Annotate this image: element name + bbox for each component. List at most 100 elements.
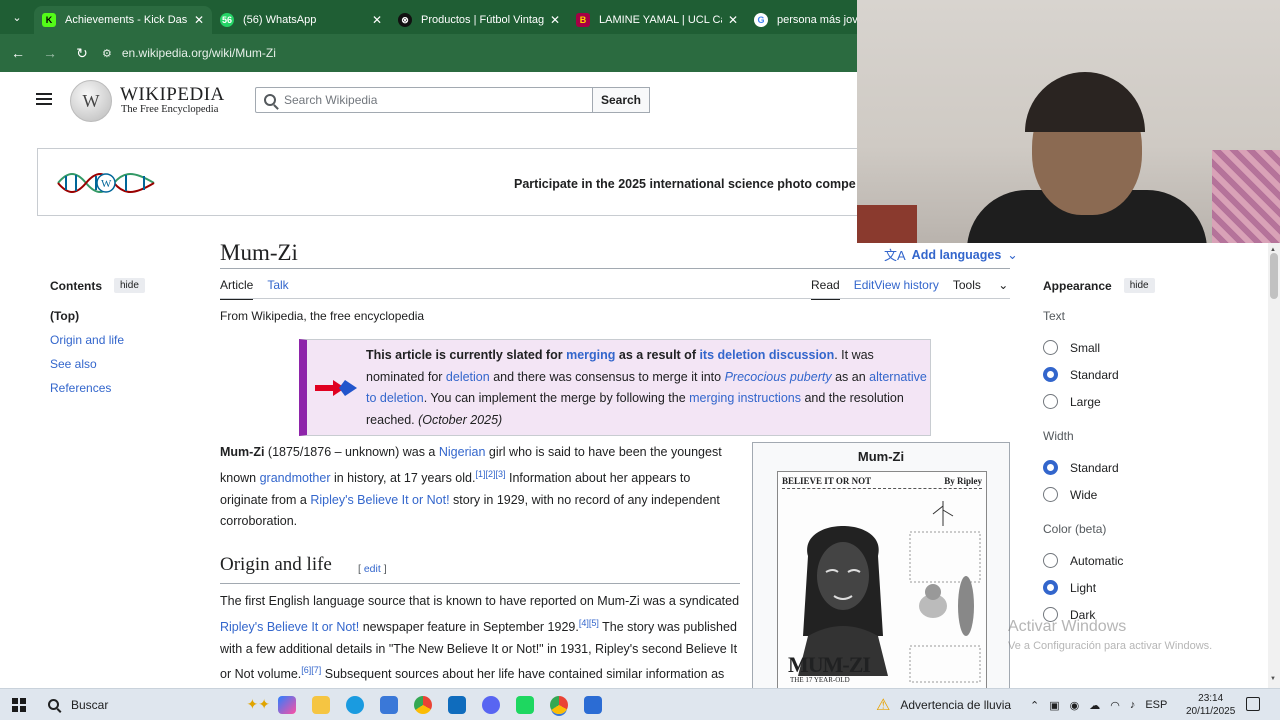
radio-width-wide[interactable]: Wide	[1043, 487, 1097, 502]
camera-tray-icon[interactable]: ▣	[1049, 699, 1059, 712]
game-app-icon[interactable]	[508, 689, 542, 721]
ripley-subcaption: THE 17 YEAR-OLD	[790, 676, 850, 684]
scrollbar-thumb[interactable]	[1270, 253, 1278, 299]
start-button[interactable]	[0, 689, 38, 721]
edge-icon[interactable]	[338, 689, 372, 721]
merging-link[interactable]: merging	[566, 348, 615, 362]
section-heading-origin: Origin and life	[220, 554, 332, 575]
tab-edit[interactable]: Edit	[854, 278, 875, 300]
radio-text-small[interactable]: Small	[1043, 340, 1100, 355]
site-info-icon[interactable]: ⚙	[102, 47, 112, 60]
tab-view-history[interactable]: View history	[874, 278, 938, 300]
radio-text-large[interactable]: Large	[1043, 394, 1101, 409]
tray-chevron-icon[interactable]: ⌃	[1030, 699, 1039, 712]
section-edit-button[interactable]: edit	[364, 563, 381, 575]
close-tab-icon[interactable]: ✕	[194, 13, 204, 27]
citation-refs[interactable]: [1][2][3]	[475, 469, 505, 479]
outlook-icon[interactable]	[440, 689, 474, 721]
banner-text[interactable]: Participate in the 2025 international sc…	[514, 177, 856, 191]
toc-item-references[interactable]: References	[50, 381, 111, 395]
toc-item-see-also[interactable]: See also	[50, 357, 97, 371]
address-bar[interactable]: ⚙ en.wikipedia.org/wiki/Mum-Zi	[102, 46, 276, 60]
wikipedia-globe-logo-icon[interactable]: W	[70, 80, 112, 122]
clock-date: 20/11/2025	[1186, 706, 1236, 717]
copilot-icon[interactable]	[270, 689, 304, 721]
wikipedia-wordmark[interactable]: WIKIPEDIA	[120, 84, 225, 106]
close-tab-icon[interactable]: ✕	[728, 13, 738, 27]
taskbar-search[interactable]: Buscar ✦✦	[48, 696, 270, 713]
tools-menu[interactable]: Tools ⌄	[953, 278, 1022, 300]
nigerian-link[interactable]: Nigerian	[439, 445, 486, 459]
chrome-icon[interactable]	[406, 689, 440, 721]
main-menu-icon[interactable]	[36, 93, 52, 105]
search-input[interactable]	[284, 93, 574, 107]
campaign-banner[interactable]: W Participate in the 2025 international …	[37, 148, 937, 216]
tab-search-chevron-icon[interactable]: ⌄	[0, 0, 34, 34]
back-arrow-icon[interactable]: ←	[4, 39, 32, 67]
weather-widget[interactable]: ⚠ Advertencia de lluvia	[876, 689, 1011, 721]
cloud-tray-icon[interactable]: ☁	[1089, 699, 1100, 712]
radio-text-standard[interactable]: Standard	[1043, 367, 1119, 382]
merging-instructions-link[interactable]: merging instructions	[689, 391, 801, 405]
system-tray: ⌃ ▣ ◉ ☁ ◠ ♪ ESP	[1030, 689, 1177, 721]
radio-color-automatic[interactable]: Automatic	[1043, 553, 1123, 568]
search-button[interactable]: Search	[592, 87, 650, 113]
radio-width-standard[interactable]: Standard	[1043, 460, 1119, 475]
volume-icon[interactable]: ♪	[1130, 699, 1136, 711]
browser-tab-2[interactable]: ⊗ Productos | Fútbol Vintage ✕	[390, 6, 568, 34]
radio-dot[interactable]	[1043, 340, 1058, 355]
wifi-icon[interactable]: ◠	[1110, 699, 1120, 712]
calculator-icon[interactable]	[576, 689, 610, 721]
ripleys-link-2[interactable]: Ripley's Believe It or Not!	[220, 620, 359, 634]
file-explorer-icon[interactable]	[304, 689, 338, 721]
tab-article[interactable]: Article	[220, 278, 254, 300]
browser-tab-1[interactable]: 56 (56) WhatsApp ✕	[212, 6, 390, 34]
chrome-active-icon[interactable]	[542, 689, 576, 721]
title-divider	[220, 268, 1010, 269]
deletion-link[interactable]: deletion	[446, 370, 490, 384]
infobox-image[interactable]: BELIEVE IT OR NOT By Ripley MUM-ZI THE 1…	[777, 471, 987, 693]
page-scrollbar[interactable]	[1268, 243, 1280, 688]
merge-notice-text: This article is currently slated for mer…	[366, 345, 928, 432]
deletion-discussion-link[interactable]: its deletion discussion	[699, 348, 834, 362]
grandmother-link[interactable]: grandmother	[260, 471, 331, 485]
radio-dot[interactable]	[1043, 553, 1058, 568]
store-icon[interactable]	[372, 689, 406, 721]
radio-dot[interactable]	[1043, 580, 1058, 595]
appearance-hide-button[interactable]: hide	[1123, 278, 1155, 293]
add-languages-button[interactable]: 文A Add languages ⌄	[884, 245, 1018, 264]
reload-icon[interactable]: ↻	[68, 39, 96, 67]
scroll-down-arrow-icon[interactable]: ▼	[1270, 676, 1276, 682]
citation-refs-3[interactable]: [6][7]	[301, 665, 321, 675]
close-tab-icon[interactable]: ✕	[372, 13, 382, 27]
search-field[interactable]	[255, 87, 593, 113]
ripley-image-header: BELIEVE IT OR NOT By Ripley	[782, 476, 982, 489]
tab-talk[interactable]: Talk	[267, 278, 288, 300]
activate-windows-subtext: Ve a Configuración para activar Windows.	[1008, 640, 1213, 652]
barca-favicon-icon: B	[576, 13, 590, 27]
tab-read[interactable]: Read	[811, 278, 840, 300]
taskbar-clock[interactable]: 23:14 20/11/2025	[1186, 692, 1235, 718]
scroll-up-arrow-icon[interactable]: ▲	[1270, 247, 1276, 253]
discord-icon[interactable]	[474, 689, 508, 721]
close-tab-icon[interactable]: ✕	[550, 13, 560, 27]
toc-item-origin-and-life[interactable]: Origin and life	[50, 333, 124, 347]
ripleys-link[interactable]: Ripley's Believe It or Not!	[310, 493, 449, 507]
browser-tab-0[interactable]: K Achievements - Kick Dashb ✕	[34, 6, 212, 34]
toc-item-top[interactable]: (Top)	[50, 309, 124, 333]
radio-color-light[interactable]: Light	[1043, 580, 1096, 595]
tabs-divider	[220, 298, 1010, 299]
notice-date: (October 2025)	[418, 413, 503, 428]
keyboard-language[interactable]: ESP	[1145, 699, 1167, 711]
eye-tray-icon[interactable]: ◉	[1070, 699, 1080, 712]
precocious-puberty-link[interactable]: Precocious puberty	[725, 370, 832, 384]
browser-tab-3[interactable]: B LAMINE YAMAL | UCL Cam ✕	[568, 6, 746, 34]
notification-icon[interactable]	[1246, 697, 1260, 711]
radio-dot[interactable]	[1043, 367, 1058, 382]
radio-dot[interactable]	[1043, 460, 1058, 475]
radio-dot[interactable]	[1043, 394, 1058, 409]
forward-arrow-icon[interactable]: →	[36, 39, 64, 67]
toc-hide-button[interactable]: hide	[114, 278, 145, 293]
radio-dot[interactable]	[1043, 487, 1058, 502]
citation-refs-2[interactable]: [4][5]	[579, 618, 599, 628]
